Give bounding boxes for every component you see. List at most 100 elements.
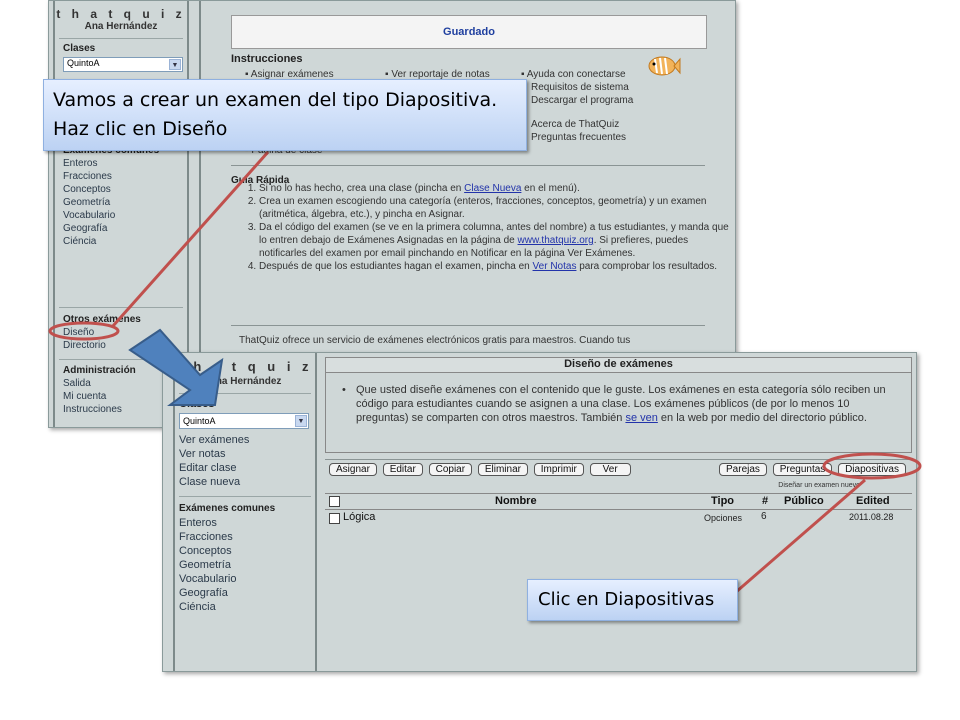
copy-button[interactable]: Copiar [428,463,473,476]
toolbar-left: Asignar Editar Copiar Eliminar Imprimir … [329,463,631,476]
front-class-select[interactable]: QuintoA ▼ [179,413,309,429]
back-others-section: Otros exámenes Diseño Directorio [63,313,141,352]
table-header: Nombre Tipo # Público Edited [325,493,912,510]
back-admin-item[interactable]: Mi cuenta [63,390,136,403]
back-directory-link[interactable]: Directorio [63,339,141,352]
back-instr-item[interactable]: ▪ Ayuda con conectarse [521,68,633,81]
back-others-title: Otros exámenes [63,314,141,325]
toolbar-right: Parejas Preguntas Diapositivas [719,463,906,476]
row-type: Opciones [704,513,743,523]
back-admin-title: Administración [63,365,136,376]
back-admin-item[interactable]: Salida [63,377,136,390]
view-button[interactable]: Ver [589,463,631,476]
back-common-item[interactable]: Geografía [63,222,159,235]
front-common-item[interactable]: Vocabulario [179,572,315,586]
back-common-item[interactable]: Enteros [63,157,159,170]
new-class-link[interactable]: Clase nueva [179,475,315,489]
chevron-down-icon: ▼ [295,415,307,427]
col-name[interactable]: Nombre [495,495,537,507]
select-all-checkbox[interactable] [329,496,340,507]
row-checkbox[interactable] [329,513,340,524]
front-common-section: Exámenes comunes Enteros Fracciones Conc… [179,502,315,614]
back-instructions-title: Instrucciones [231,53,303,65]
back-classes-title: Clases [63,43,96,54]
front-common-item[interactable]: Geometría [179,558,315,572]
back-common-item[interactable]: Ciéncia [63,235,159,248]
edit-class-link[interactable]: Editar clase [179,461,315,475]
front-class-selected: QuintoA [183,416,216,426]
delete-button[interactable]: Eliminar [477,463,528,476]
back-instr-item[interactable]: Requisitos de sistema [521,81,633,94]
new-exam-hint: Diseñar un examen nuevo [778,482,860,489]
assign-button[interactable]: Asignar [329,463,377,476]
back-class-selected: QuintoA [67,58,100,68]
back-logo: t h a t q u i z [56,7,186,21]
table-row[interactable]: Lógica Opciones 6 2011.08.28 [325,510,912,526]
back-instr-item[interactable]: Preguntas frecuentes [521,131,633,144]
col-public[interactable]: Público [784,495,824,507]
front-screenshot: t h a t q u i z Ana Hernández Clases Qui… [162,352,917,672]
toolbar: Asignar Editar Copiar Eliminar Imprimir … [325,457,912,491]
back-quick-step: Después de que los estudiantes hagan el … [259,260,733,273]
edit-button[interactable]: Editar [382,463,423,476]
callout-bottom: Clic en Diapositivas [527,579,738,621]
front-classes-title: Clases [179,398,215,410]
slides-button[interactable]: Diapositivas [838,463,906,476]
callout-top-line1: Vamos a crear un examen del tipo Diaposi… [53,89,498,111]
row-edited: 2011.08.28 [849,512,894,522]
back-design-link[interactable]: Diseño [63,326,141,339]
view-grades-link[interactable]: Ver notas [179,447,315,461]
back-common-section: Exámenes comunes Enteros Fracciones Conc… [63,144,159,248]
back-quick-steps: Si no lo has hecho, crea una clase (pinc… [231,182,733,273]
public-directory-link[interactable]: se ven [625,412,657,424]
col-edited[interactable]: Edited [856,495,890,507]
design-panel: Diseño de exámenes • Que usted diseñe exá… [325,357,912,453]
col-count[interactable]: # [762,495,768,507]
design-panel-title: Diseño de exámenes [326,358,911,373]
row-count: 6 [761,511,767,522]
front-user-name: Ana Hernández [208,376,282,387]
front-common-item[interactable]: Geografía [179,586,315,600]
front-logo: t h a t q u i z [177,359,313,374]
chevron-down-icon: ▼ [169,59,181,70]
back-instr-col3: ▪ Ayuda con conectarse Requisitos de sis… [521,68,633,144]
front-common-item[interactable]: Enteros [179,516,315,530]
front-common-item[interactable]: Ciéncia [179,600,315,614]
fish-icon [647,51,681,81]
back-common-item[interactable]: Vocabulario [63,209,159,222]
back-common-item[interactable]: Geometría [63,196,159,209]
front-common-item[interactable]: Fracciones [179,530,315,544]
back-user-name: Ana Hernández [84,21,158,32]
callout-top: Vamos a crear un examen del tipo Diaposi… [43,79,527,151]
back-admin-item[interactable]: Instrucciones [63,403,136,416]
back-instr-item[interactable]: Descargar el programa [521,94,633,107]
exam-table: Nombre Tipo # Público Edited Lógica Opci… [325,493,912,526]
front-sidebar: t h a t q u i z Ana Hernández Clases Qui… [173,353,317,671]
back-saved-banner: Guardado [231,15,707,49]
callout-bottom-text: Clic en Diapositivas [538,589,715,610]
back-instr-item[interactable]: Acerca de ThatQuiz [521,118,633,131]
front-class-links: Ver exámenes Ver notas Editar clase Clas… [179,433,315,489]
back-common-item[interactable]: Conceptos [63,183,159,196]
front-main: Diseño de exámenes • Que usted diseñe exá… [325,357,914,671]
view-exams-link[interactable]: Ver exámenes [179,433,315,447]
callout-top-line2: Haz clic en Diseño [53,118,228,140]
print-button[interactable]: Imprimir [533,463,584,476]
thatquiz-url-link[interactable]: www.thatquiz.org [518,235,594,246]
back-footer-text: ThatQuiz ofrece un servicio de exámenes … [239,335,631,346]
design-panel-text: • Que usted diseñe exámenes con el conten… [342,384,886,424]
back-quick-step: Si no lo has hecho, crea una clase (pinc… [259,182,733,195]
front-common-title: Exámenes comunes [179,503,276,514]
back-quick-step: Da el código del examen (se ve en la pri… [259,221,733,260]
row-name[interactable]: Lógica [343,511,375,523]
back-common-item[interactable]: Fracciones [63,170,159,183]
back-admin-section: Administración Salida Mi cuenta Instrucc… [63,364,136,416]
pairs-button[interactable]: Parejas [719,463,767,476]
back-class-select[interactable]: QuintoA ▼ [63,57,183,72]
view-grades-link[interactable]: Ver Notas [533,261,577,272]
questions-button[interactable]: Preguntas [772,463,833,476]
col-type[interactable]: Tipo [711,495,734,507]
new-class-link[interactable]: Clase Nueva [464,183,521,194]
front-common-item[interactable]: Conceptos [179,544,315,558]
back-quick-step: Crea un examen escogiendo una categoría … [259,195,733,221]
